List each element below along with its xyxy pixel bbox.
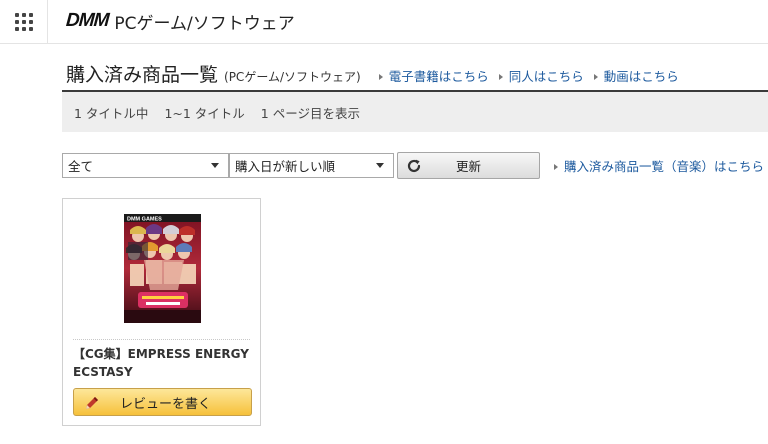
video-link[interactable]: 動画はこちら bbox=[593, 66, 679, 85]
site-header: DMM PCゲーム/ソフトウェア bbox=[0, 0, 768, 44]
site-title[interactable]: PCゲーム/ソフトウェア bbox=[114, 9, 294, 34]
chevron-down-icon bbox=[211, 163, 219, 168]
write-review-label: レビューを書く bbox=[119, 396, 211, 412]
titles-range: 1~1 タイトル bbox=[164, 105, 245, 121]
page-heading: 購入済み商品一覧 (PCゲーム/ソフトウェア) 電子書籍はこちら 同人はこちら … bbox=[66, 60, 689, 88]
titles-count: 1 タイトル中 bbox=[74, 105, 149, 121]
write-review-button[interactable]: レビューを書く bbox=[73, 388, 252, 416]
brand[interactable]: DMM PCゲーム/ソフトウェア bbox=[65, 9, 294, 34]
triangle-right-icon bbox=[593, 74, 598, 80]
sort-select[interactable]: 購入日が新しい順 bbox=[229, 153, 394, 178]
page-title: 購入済み商品一覧 bbox=[66, 64, 219, 86]
refresh-button[interactable]: 更新 bbox=[397, 152, 540, 179]
doujin-link[interactable]: 同人はこちら bbox=[498, 66, 584, 85]
sort-select-value: 購入日が新しい順 bbox=[235, 159, 336, 174]
filter-select-value: 全て bbox=[68, 159, 94, 174]
pencil-icon bbox=[86, 397, 98, 409]
svg-text:DMM GAMES: DMM GAMES bbox=[127, 217, 162, 223]
dmm-logo[interactable]: DMM bbox=[65, 10, 109, 32]
product-title[interactable]: 【CG集】EMPRESS ENERGY ECSTASY bbox=[73, 345, 253, 381]
card-divider bbox=[73, 339, 250, 340]
triangle-right-icon bbox=[378, 74, 383, 80]
product-thumbnail[interactable]: DMM GAMES bbox=[124, 214, 201, 323]
result-summary: 1 タイトル中 1~1 タイトル 1 ページ目を表示 bbox=[62, 92, 768, 132]
triangle-right-icon bbox=[498, 74, 503, 80]
page-indicator: 1 ページ目を表示 bbox=[260, 105, 360, 121]
grid-menu-icon[interactable] bbox=[0, 0, 48, 43]
chevron-down-icon bbox=[376, 163, 384, 168]
triangle-right-icon bbox=[554, 164, 558, 170]
cover-image: DMM GAMES bbox=[124, 214, 201, 323]
page-subtitle: (PCゲーム/ソフトウェア) bbox=[224, 70, 361, 84]
filter-select[interactable]: 全て bbox=[62, 153, 229, 178]
refresh-icon bbox=[407, 159, 421, 173]
ebook-link[interactable]: 電子書籍はこちら bbox=[378, 66, 489, 85]
related-links: 電子書籍はこちら 同人はこちら 動画はこちら bbox=[378, 66, 689, 85]
product-card: DMM GAMES 【CG集】EMPRESS ENERGY ECSTASY レビ… bbox=[62, 198, 261, 426]
music-purchases-link[interactable]: 購入済み商品一覧（音楽）はこちら bbox=[554, 156, 764, 175]
